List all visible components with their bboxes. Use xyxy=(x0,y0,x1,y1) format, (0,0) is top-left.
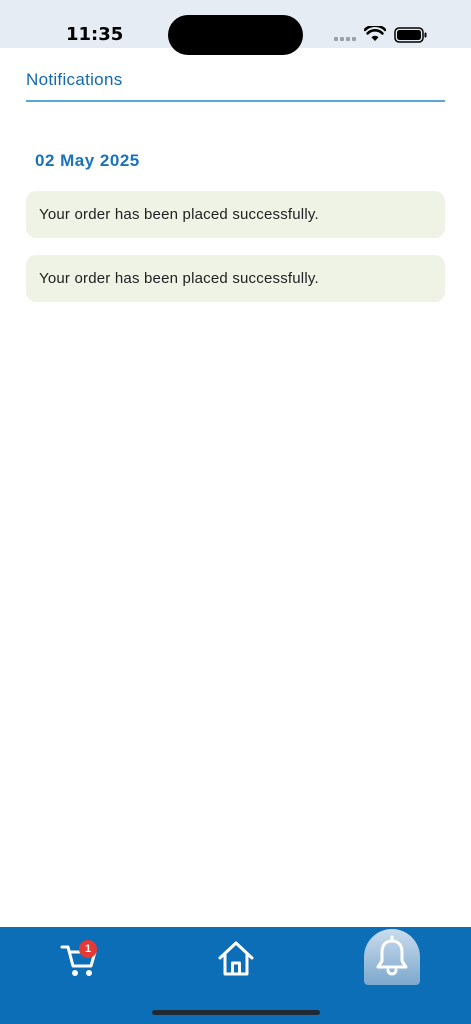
dynamic-island xyxy=(168,15,303,55)
bell-icon xyxy=(376,935,408,976)
notification-message: Your order has been placed successfully. xyxy=(39,206,319,223)
status-bar: 11:35 xyxy=(0,0,471,55)
notification-card[interactable]: Your order has been placed successfully. xyxy=(26,191,445,238)
notification-date: 02 May 2025 xyxy=(35,151,140,170)
home-icon[interactable] xyxy=(216,939,256,979)
status-time: 11:35 xyxy=(66,24,124,45)
page-title: Notifications xyxy=(26,70,123,89)
title-divider xyxy=(26,100,445,102)
cellular-signal-icon xyxy=(334,32,358,42)
battery-icon xyxy=(394,27,427,43)
notifications-tab[interactable] xyxy=(364,929,420,985)
notification-card[interactable]: Your order has been placed successfully. xyxy=(26,255,445,302)
wifi-icon xyxy=(364,26,386,41)
home-indicator[interactable] xyxy=(152,1010,320,1015)
cart-count-badge: 1 xyxy=(79,940,97,958)
notification-message: Your order has been placed successfully. xyxy=(39,270,319,287)
